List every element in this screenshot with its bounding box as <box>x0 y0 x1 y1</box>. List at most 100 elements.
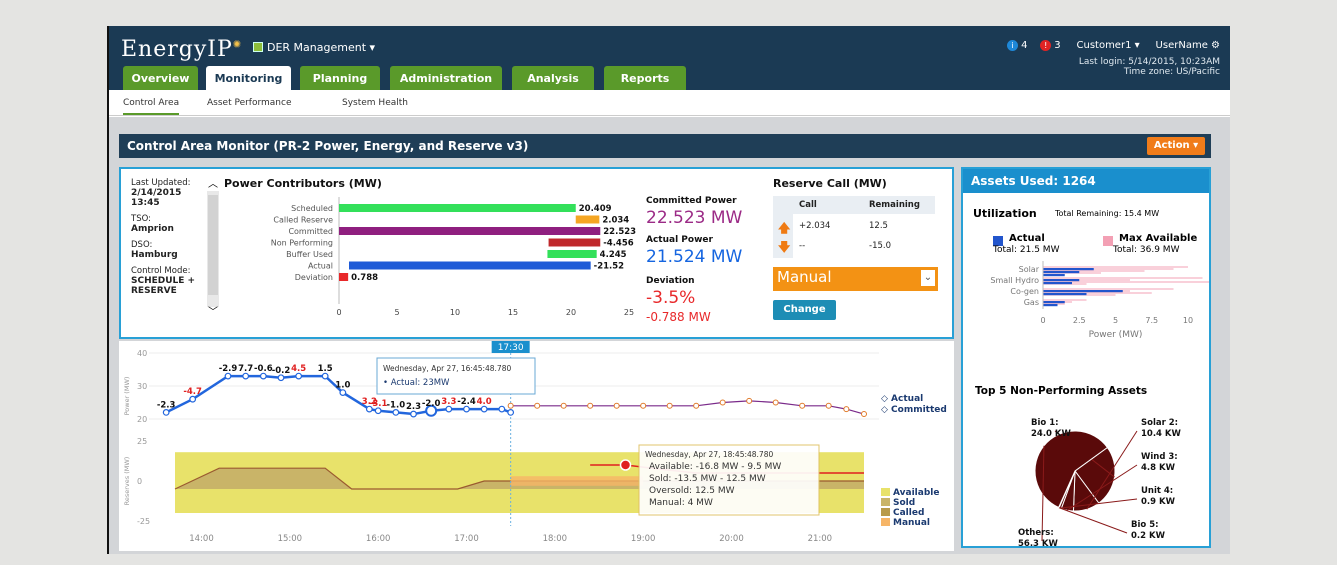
pie-label-value: 56.3 KW <box>1018 539 1059 549</box>
module-selector[interactable]: DER Management ▾ <box>253 41 375 54</box>
legend-actual: ◇ Actual <box>881 394 923 404</box>
scroll-down-icon[interactable]: ﹀ <box>207 307 219 319</box>
committed-point <box>613 402 620 409</box>
committed-power-label: Committed Power <box>646 196 737 206</box>
pc-xtick: 5 <box>394 308 399 317</box>
committed-point <box>693 402 700 409</box>
pie-label-value: 24.0 KW <box>1031 429 1072 439</box>
top5-title: Top 5 Non-Performing Assets <box>975 385 1148 397</box>
pc-value-label: -21.52 <box>594 262 624 272</box>
subtab-system-health[interactable]: System Health <box>342 98 408 108</box>
reserve-legend-swatch <box>881 498 890 506</box>
util-actual-bar <box>1043 293 1087 296</box>
time-xtick: 20:00 <box>719 534 744 544</box>
tab-analysis[interactable]: Analysis <box>512 66 594 90</box>
manual-area <box>510 476 644 486</box>
subtab-control-area[interactable]: Control Area <box>123 98 180 115</box>
gear-icon[interactable]: ⚙ <box>1211 40 1220 51</box>
action-button[interactable]: Action ▾ <box>1147 137 1205 155</box>
pc-category-label: Buffer Used <box>286 250 333 259</box>
dso-value: Hamburg <box>131 250 178 260</box>
dso-label: DSO: <box>131 240 153 250</box>
time-xtick: 19:00 <box>631 534 656 544</box>
util-actual-bar <box>1043 304 1058 307</box>
main-content: Control Area Monitor (PR-2 Power, Energy… <box>109 117 1230 554</box>
pc-category-label: Committed <box>288 227 333 236</box>
pc-value-label: 22.523 <box>603 227 636 237</box>
pc-bar <box>547 250 597 258</box>
pc-bar <box>339 273 349 281</box>
time-xtick: 18:00 <box>543 534 568 544</box>
info-scrollbar[interactable]: ︿ ﹀ <box>207 179 219 319</box>
assets-panel: Assets Used: 1264 Utilization Total Rema… <box>961 167 1211 549</box>
pc-value-label: 4.245 <box>600 250 627 260</box>
util-actual-bar <box>1043 301 1065 304</box>
pc-category-label: Called Reserve <box>273 216 333 225</box>
reserve-call-2: -- <box>799 241 806 251</box>
committed-point <box>746 397 753 404</box>
pie-label-value: 0.9 KW <box>1141 497 1176 507</box>
alert-icon[interactable]: ! <box>1040 40 1052 51</box>
util-xtick: 0 <box>1040 316 1045 325</box>
reserve-call-1: +2.034 <box>799 221 831 231</box>
actual-point-label: 4.0 <box>477 397 492 407</box>
actual-point <box>410 410 417 418</box>
mode-select[interactable]: Manual ⌄ <box>773 267 938 291</box>
tab-overview[interactable]: Overview <box>123 66 198 90</box>
util-actual-bar <box>1043 290 1123 293</box>
reserve-legend-swatch <box>881 508 890 516</box>
util-actual-bar <box>1043 271 1080 274</box>
reserve-ytick: 0 <box>137 477 142 486</box>
actual-point-label: -1.0 <box>387 400 406 410</box>
change-button[interactable]: Change <box>773 300 836 320</box>
pc-value-label: 2.034 <box>602 216 629 226</box>
committed-point <box>719 399 726 406</box>
app-logo[interactable]: EnergyIP✺ <box>121 37 242 62</box>
customer-menu[interactable]: Customer1 ▾ <box>1077 40 1140 51</box>
pie-label-name: Unit 4: <box>1141 486 1173 496</box>
time-xtick: 21:00 <box>808 534 833 544</box>
power-panel: Last Updated: 2/14/2015 13:45 TSO: Ampri… <box>119 167 954 339</box>
chevron-down-icon[interactable]: ⌄ <box>921 270 935 286</box>
sub-navigation: Control Area Asset Performance System He… <box>109 90 1230 116</box>
pie-label-value: 0.2 KW <box>1131 531 1166 541</box>
last-updated-value: 2/14/2015 13:45 <box>131 188 182 208</box>
scroll-up-icon[interactable]: ︿ <box>207 179 219 191</box>
time-xtick: 17:00 <box>454 534 479 544</box>
committed-power-value: 22.523 MW <box>646 208 743 228</box>
actual-point <box>259 372 267 380</box>
pc-bar <box>339 227 601 235</box>
user-menu[interactable]: UserName <box>1156 40 1208 51</box>
actual-point-label: 1.0 <box>335 381 350 391</box>
util-category: Co-gen <box>1010 287 1039 296</box>
pc-value-label: -4.456 <box>603 239 633 249</box>
logo-mark-icon: ✺ <box>232 39 243 51</box>
util-category: Solar <box>1019 265 1040 274</box>
top-header: EnergyIP✺ DER Management ▾ Overview Moni… <box>109 26 1230 90</box>
tooltip-sold: Sold: -13.5 MW - 12.5 MW <box>649 474 766 484</box>
app-window: EnergyIP✺ DER Management ▾ Overview Moni… <box>107 26 1230 554</box>
utilization-chart: SolarSmall HydroCo-genGas02.557.5101...P… <box>990 261 1209 340</box>
info-icon[interactable]: i <box>1007 40 1019 51</box>
scroll-thumb[interactable] <box>208 195 218 295</box>
actual-point <box>277 374 285 382</box>
time-xtick: 14:00 <box>189 534 214 544</box>
alert-count: 3 <box>1054 40 1061 51</box>
time-xtick: 15:00 <box>278 534 303 544</box>
actual-point <box>463 405 470 413</box>
subtab-asset-performance[interactable]: Asset Performance <box>207 98 292 108</box>
tooltip-actual-value: • Actual: 23MW <box>383 378 450 388</box>
tab-planning[interactable]: Planning <box>300 66 380 90</box>
actual-point <box>224 372 232 380</box>
util-xtick: 10 <box>1183 316 1193 325</box>
pie-label-value: 10.4 KW <box>1141 429 1182 439</box>
last-updated-label: Last Updated: <box>131 178 191 188</box>
actual-point <box>242 372 250 380</box>
util-actual-bar <box>1043 274 1065 277</box>
tab-reports[interactable]: Reports <box>604 66 686 90</box>
tab-administration[interactable]: Administration <box>390 66 502 90</box>
reserve-legend-label: Manual <box>893 518 930 528</box>
pc-xtick: 25 <box>624 308 634 317</box>
col-call: Call <box>799 200 817 210</box>
tab-monitoring[interactable]: Monitoring <box>206 66 291 90</box>
